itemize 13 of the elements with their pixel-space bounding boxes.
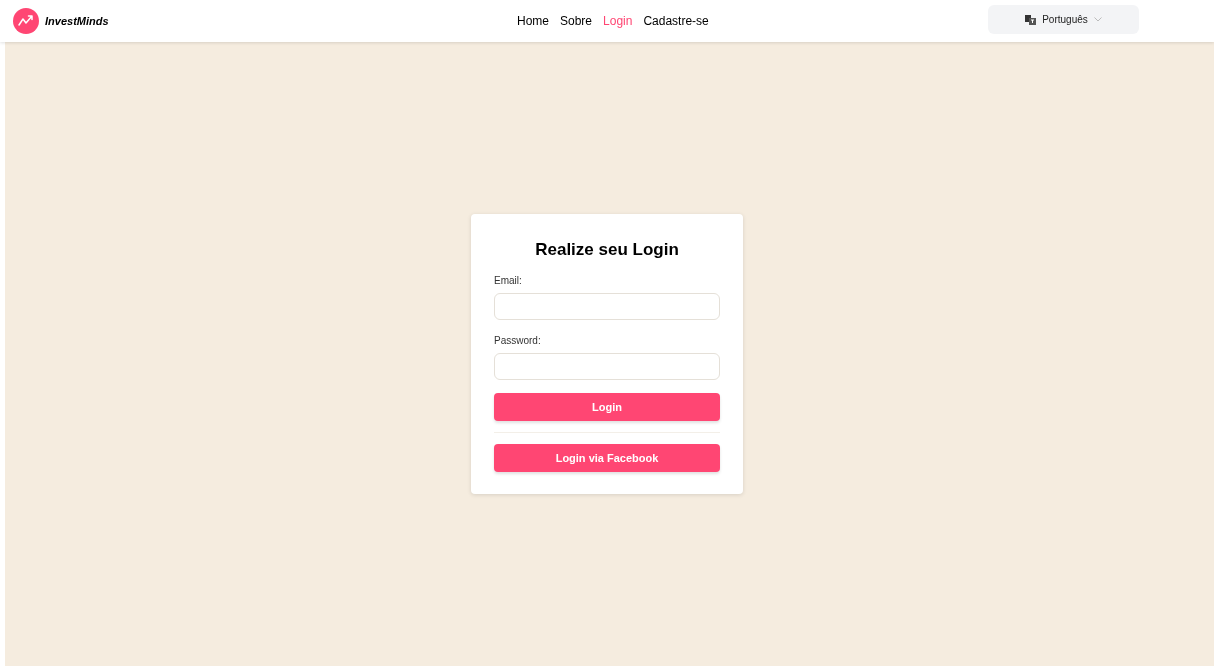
form-title: Realize seu Login: [534, 238, 680, 261]
chevron-down-icon: [1093, 17, 1102, 22]
nav-link[interactable]: Sobre: [560, 12, 593, 30]
translate-icon: [1025, 14, 1037, 25]
nav-link[interactable]: Cadastre-se: [643, 12, 709, 30]
logo-icon: [13, 8, 39, 34]
nav-link[interactable]: Home: [517, 12, 549, 30]
field-label: Password:: [494, 334, 542, 349]
field-label: Email:: [494, 274, 523, 289]
language-selector[interactable]: Português: [988, 5, 1139, 34]
password-field[interactable]: [494, 353, 720, 381]
brand-name: InvestMinds: [45, 13, 109, 29]
email-field[interactable]: [494, 293, 720, 321]
